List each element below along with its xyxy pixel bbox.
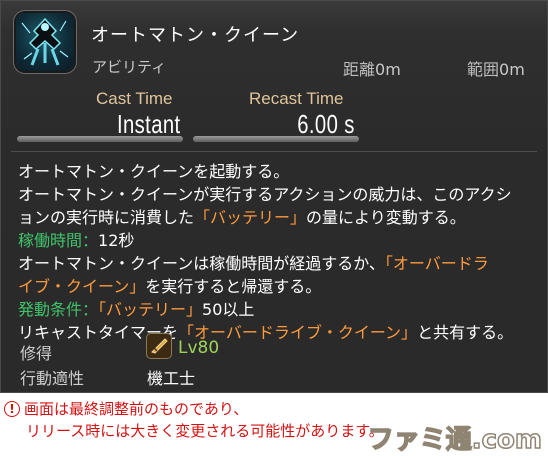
- description-line: ョンの実行時に消費した「バッテリー」の量により変動する。: [18, 206, 538, 229]
- description-line: 発動条件：「バッテリー」50以上: [18, 298, 538, 321]
- cast-time-gauge: [17, 136, 183, 142]
- description-text: と共有する。: [417, 323, 514, 342]
- radius-value: 0m: [499, 60, 525, 79]
- disclaimer-line: ! 画面は最終調整前のものであり、: [4, 399, 248, 420]
- battery-keyword: 「バッテリー」: [194, 208, 307, 227]
- description-text: の量により変動する。: [306, 208, 466, 227]
- description-line: リキャストタイマーを「オーバードライブ・クイーン」と共有する。: [18, 321, 538, 344]
- description-text: オートマトン・クイーンが実行するアクションの威力は、このアクシ: [18, 185, 512, 204]
- recast-time-gauge: [193, 136, 359, 142]
- cast-time-label: Cast Time: [96, 89, 173, 108]
- description-line: オートマトン・クイーンを起動する。: [18, 160, 538, 183]
- job-value: 機工士: [147, 369, 196, 388]
- machinist-job-icon: [147, 334, 171, 358]
- radius-label: 範囲: [467, 60, 500, 79]
- action-name: オートマトン・クイーン: [91, 25, 300, 46]
- action-tooltip: オートマトン・クイーン アビリティ 距離0m 範囲0m Cast Time Re…: [0, 0, 548, 393]
- battery-keyword: 「バッテリー」: [98, 300, 203, 319]
- range-label: 距離: [343, 60, 376, 79]
- description-text: オートマトン・クイーンを起動する。: [18, 162, 290, 181]
- duration-label: 稼働時間：: [18, 231, 99, 250]
- overdrive-keyword: 「オーバードラ: [384, 254, 489, 273]
- description-line: 稼働時間：12秒: [18, 229, 538, 252]
- action-category: アビリティ: [92, 58, 167, 76]
- acquired-level: Lv80: [178, 338, 220, 358]
- watermark-logo: ファミ通.com: [367, 424, 543, 456]
- description-line: オートマトン・クイーンは稼働時間が経過するか、「オーバードラ: [18, 252, 538, 275]
- divider: [11, 151, 537, 152]
- automaton-queen-icon: [16, 13, 74, 71]
- description-text: オートマトン・クイーンは稼働時間が経過するか、: [18, 254, 385, 273]
- description-line: イブ・クイーン」を実行すると帰還する。: [18, 275, 538, 298]
- description-text: ョンの実行時に消費した: [18, 208, 195, 227]
- disclaimer-text: 画面は最終調整前のものであり、: [24, 400, 249, 418]
- warning-icon: !: [4, 401, 20, 417]
- range-info: 距離0m: [343, 56, 401, 80]
- job-label: 行動適性: [20, 369, 85, 388]
- acquired-label: 修得: [20, 344, 53, 363]
- radius-info: 範囲0m: [467, 56, 525, 80]
- condition-value: 50以上: [202, 300, 255, 319]
- condition-label: 発動条件：: [18, 300, 99, 319]
- duration-value: 12秒: [98, 231, 135, 250]
- range-value: 0m: [375, 60, 401, 79]
- description-text: を実行すると帰還する。: [145, 277, 322, 296]
- overdrive-keyword: イブ・クイーン」: [18, 277, 146, 296]
- recast-time-label: Recast Time: [249, 89, 344, 108]
- description-line: オートマトン・クイーンが実行するアクションの威力は、このアクシ: [18, 183, 538, 206]
- action-description: オートマトン・クイーンを起動する。 オートマトン・クイーンが実行するアクションの…: [18, 160, 538, 344]
- disclaimer-line: リリース時には大きく変更される可能性があります。: [26, 422, 384, 440]
